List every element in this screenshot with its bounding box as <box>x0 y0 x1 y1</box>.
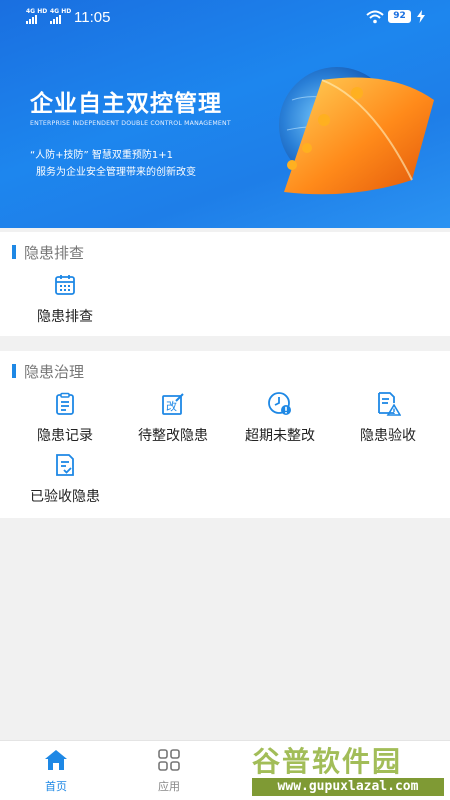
item-label: 隐患记录 <box>37 428 93 444</box>
edit-icon: 改 <box>162 393 184 415</box>
accepted-hazard-button[interactable]: 已验收隐患 <box>10 452 120 506</box>
hazard-governance-section: 隐患治理 隐患记录 改 待整改隐患 超期未整改 隐患验收 已验收隐患 <box>0 351 450 518</box>
section-title: 隐患治理 <box>24 362 85 381</box>
home-icon <box>45 750 67 770</box>
tab-home[interactable]: 首页 <box>26 749 86 794</box>
watermark-text: 谷普软件园 <box>252 745 403 778</box>
hazard-acceptance-button[interactable]: 隐患验收 <box>333 391 443 445</box>
banner-subtitle: ENTERPRISE INDEPENDENT DOUBLE CONTROL MA… <box>30 120 231 127</box>
item-label: 隐患验收 <box>360 428 416 444</box>
section-title: 隐患排查 <box>24 243 85 262</box>
calendar-icon <box>55 275 75 295</box>
pending-rectification-button[interactable]: 改 待整改隐患 <box>118 391 228 445</box>
tab-label: 应用 <box>158 780 180 793</box>
watermark-url: www.gupuxlazal.com <box>252 778 444 796</box>
section-header: 隐患治理 <box>12 361 84 381</box>
item-label: 隐患排查 <box>37 309 93 325</box>
banner-description: 服务为企业安全管理带来的创新改变 <box>36 167 196 178</box>
battery-indicator: 92 <box>388 10 411 23</box>
grid-icon <box>158 749 180 771</box>
header-banner: 4G HD 4G HD 11:05 92 企业自主双控管理 ENTERPRISE… <box>0 0 450 228</box>
clock-alert-icon <box>268 392 291 415</box>
section-accent-bar <box>12 245 16 259</box>
tab-apps[interactable]: 应用 <box>139 749 199 794</box>
section-header: 隐患排查 <box>12 242 84 262</box>
wifi-icon <box>366 10 384 24</box>
hazard-record-button[interactable]: 隐患记录 <box>10 391 120 445</box>
shield-illustration <box>279 67 434 195</box>
item-label: 超期未整改 <box>245 428 315 444</box>
item-label: 待整改隐患 <box>138 428 208 444</box>
signal-icon: 4G HD <box>50 9 71 24</box>
status-time: 11:05 <box>74 9 111 26</box>
hazard-inspection-section: 隐患排查 隐患排查 <box>0 232 450 336</box>
charging-icon <box>417 10 425 23</box>
section-accent-bar <box>12 364 16 378</box>
watermark: 谷普软件园 www.gupuxlazal.com <box>244 740 450 800</box>
tab-label: 首页 <box>45 780 67 793</box>
svg-text:改: 改 <box>166 399 177 413</box>
banner-title: 企业自主双控管理 <box>30 91 222 117</box>
signal-icon: 4G HD <box>26 9 47 24</box>
status-bar: 4G HD 4G HD 11:05 92 <box>0 0 450 36</box>
hazard-inspection-button[interactable]: 隐患排查 <box>10 272 120 326</box>
item-label: 已验收隐患 <box>30 489 100 505</box>
document-check-icon <box>56 454 74 476</box>
document-warning-icon <box>378 392 401 416</box>
overdue-unrectified-button[interactable]: 超期未整改 <box>225 391 335 445</box>
clipboard-icon <box>56 392 74 415</box>
banner-slogan: “人防+技防” 智慧双重预防1+1 <box>30 150 174 161</box>
